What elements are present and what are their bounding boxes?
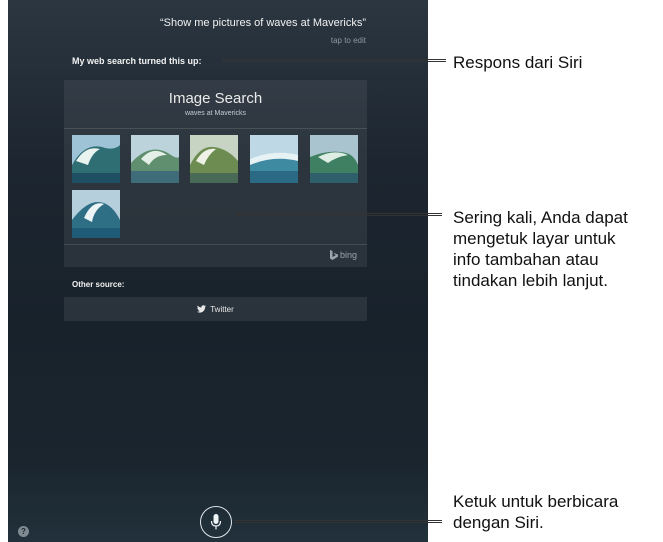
callout-speak: Ketuk untuk berbicara dengan Siri. bbox=[453, 491, 663, 533]
wave-thumbnail[interactable] bbox=[131, 135, 179, 183]
twitter-label: Twitter bbox=[210, 304, 234, 314]
callout-siri-response: Respons dari Siri bbox=[453, 53, 583, 72]
siri-response-heading: My web search turned this up: bbox=[72, 56, 202, 66]
wave-thumbnail[interactable] bbox=[250, 135, 298, 183]
callout-leader-tap bbox=[236, 213, 442, 216]
wave-thumbnail[interactable] bbox=[190, 135, 238, 183]
wave-thumbnail[interactable] bbox=[72, 190, 120, 238]
callout-line: Sering kali, Anda dapat bbox=[453, 208, 628, 227]
twitter-bird-icon bbox=[197, 305, 207, 313]
callout-leader-mic bbox=[234, 520, 442, 523]
bing-attribution: bing bbox=[329, 250, 357, 260]
microphone-button[interactable] bbox=[200, 506, 232, 538]
tap-to-edit-hint[interactable]: tap to edit bbox=[331, 36, 366, 45]
image-search-title: Image Search bbox=[168, 90, 263, 107]
ipad-screen: “Show me pictures of waves at Mavericks”… bbox=[8, 0, 428, 542]
twitter-button[interactable]: Twitter bbox=[64, 297, 367, 321]
image-search-card[interactable]: Image Search waves at Mavericks bing bbox=[64, 80, 367, 267]
callout-leader-response bbox=[222, 59, 446, 62]
bing-label: bing bbox=[339, 250, 357, 260]
other-source-label: Other source: bbox=[72, 280, 125, 289]
siri-query[interactable]: “Show me pictures of waves at Mavericks” bbox=[160, 17, 366, 29]
figure: “Show me pictures of waves at Mavericks”… bbox=[0, 0, 663, 542]
wave-thumbnail[interactable] bbox=[310, 135, 358, 183]
callout-line: tindakan lebih lanjut. bbox=[453, 271, 609, 290]
help-button[interactable]: ? bbox=[18, 526, 29, 537]
callout-tap-info: Sering kali, Anda dapat mengetuk layar u… bbox=[453, 207, 663, 291]
card-divider bbox=[64, 128, 367, 129]
callout-line: Ketuk untuk berbicara bbox=[453, 492, 619, 511]
callout-line: mengetuk layar untuk bbox=[453, 229, 616, 248]
wave-thumbnail[interactable] bbox=[72, 135, 120, 183]
microphone-icon bbox=[210, 514, 222, 530]
bing-logo-icon bbox=[329, 250, 338, 260]
image-search-subtitle: waves at Mavericks bbox=[184, 110, 247, 117]
callout-line: dengan Siri. bbox=[453, 513, 544, 532]
card-divider bbox=[64, 244, 367, 245]
callout-line: info tambahan atau bbox=[453, 250, 599, 269]
